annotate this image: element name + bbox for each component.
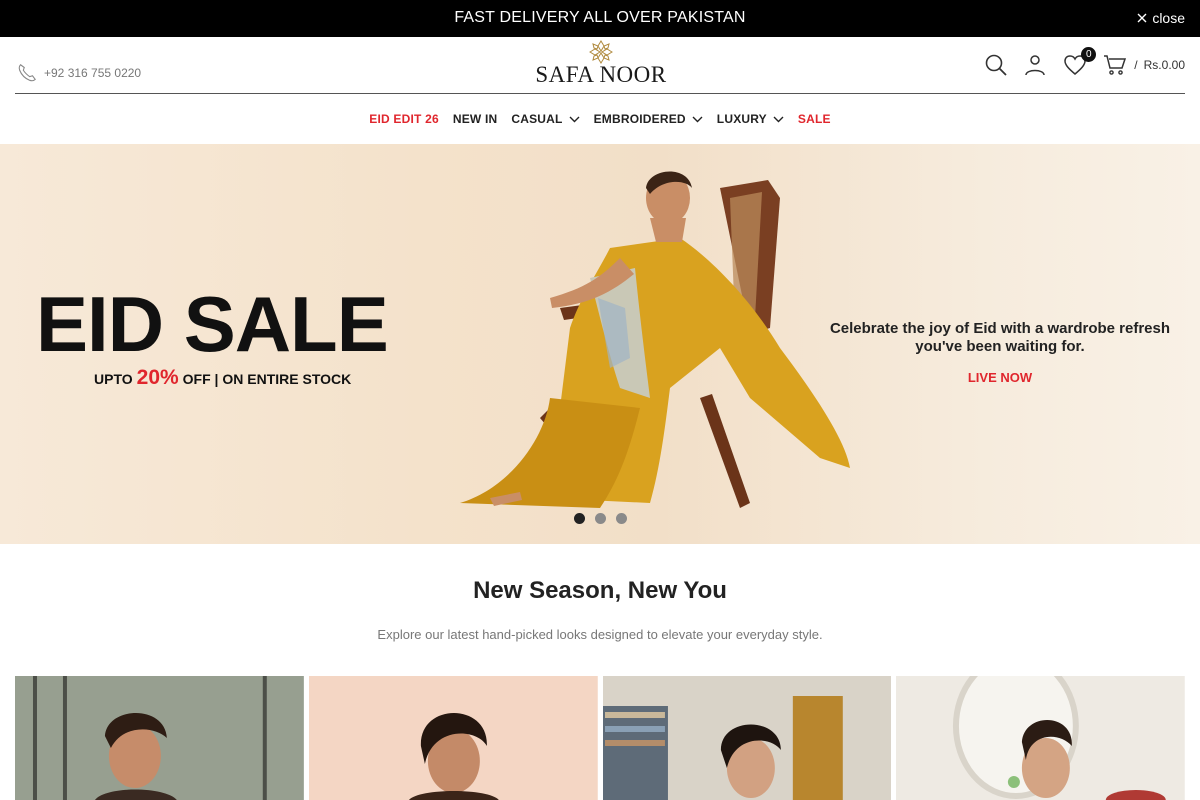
slider-dot-3[interactable] <box>616 513 627 524</box>
product-image <box>308 676 598 800</box>
search-button[interactable] <box>983 52 1009 78</box>
account-icon <box>1025 55 1046 76</box>
hero-tagline-line2: you've been waiting for. <box>915 338 1085 355</box>
nav-item-label: SALE <box>797 112 831 126</box>
cart-total-amount: Rs.0.00 <box>1143 58 1185 72</box>
product-image <box>896 676 1185 800</box>
phone-contact[interactable]: +92 316 755 0220 <box>16 62 141 84</box>
logo-mark-icon <box>589 40 613 64</box>
nav-item-label: EMBROIDERED <box>593 112 686 126</box>
nav-item-luxury[interactable]: LUXURY <box>717 112 784 126</box>
close-icon <box>1137 13 1147 23</box>
nav-item-casual[interactable]: CASUAL <box>511 112 580 126</box>
hero-slider-dots <box>574 513 627 524</box>
hero-offer: UPTO 20% OFF | ON ENTIRE STOCK <box>94 366 351 390</box>
header-actions: 0 / Rs.0.00 <box>983 47 1185 78</box>
hero-title: EID SALE <box>36 280 389 368</box>
product-card[interactable] <box>602 676 892 800</box>
hero-offer-percent: 20% <box>136 366 179 389</box>
nav-item-eid-edit[interactable]: EID EDIT 26 <box>369 112 439 126</box>
chevron-down-icon <box>569 116 580 122</box>
wishlist-count-badge: 0 <box>1081 47 1097 62</box>
nav-item-new-in[interactable]: NEW IN <box>453 112 498 126</box>
product-card[interactable] <box>896 676 1185 800</box>
announcement-text: FAST DELIVERY ALL OVER PAKISTAN <box>454 9 746 26</box>
nav-item-embroidered[interactable]: EMBROIDERED <box>594 112 703 126</box>
hero-offer-suffix: OFF | ON ENTIRE STOCK <box>182 371 352 387</box>
announcement-bar: FAST DELIVERY ALL OVER PAKISTAN close <box>0 0 1200 37</box>
section-subtitle: Explore our latest hand-picked looks des… <box>377 627 823 642</box>
slider-dot-1[interactable] <box>574 513 585 524</box>
nav-item-label: EID EDIT 26 <box>369 112 439 126</box>
site-logo[interactable]: SAFA NOOR <box>520 40 682 90</box>
slider-dot-2[interactable] <box>595 513 606 524</box>
chevron-down-icon <box>773 116 784 122</box>
phone-number: +92 316 755 0220 <box>44 66 142 80</box>
cart-total[interactable]: / Rs.0.00 <box>1134 58 1185 72</box>
main-nav: EID EDIT 26 NEW IN CASUAL EMBROIDERED LU… <box>0 94 1200 144</box>
announcement-close-button[interactable]: close <box>1137 10 1185 26</box>
search-icon <box>985 54 1007 76</box>
nav-item-label: NEW IN <box>452 112 498 126</box>
product-grid <box>15 676 1185 800</box>
hero-live-now-link[interactable]: LIVE NOW <box>820 370 1180 385</box>
hero-banner[interactable]: EID SALE UPTO 20% OFF | ON ENTIRE STOCK … <box>0 144 1200 544</box>
nav-item-label: CASUAL <box>511 112 563 126</box>
cart-button[interactable] <box>1102 52 1128 78</box>
hero-tagline-line1: Celebrate the joy of Eid with a wardrobe… <box>829 320 1171 337</box>
hero-offer-prefix: UPTO <box>94 371 133 387</box>
product-image <box>602 676 892 800</box>
close-label: close <box>1152 10 1185 26</box>
wishlist-button[interactable]: 0 <box>1062 47 1097 78</box>
hero-model-image <box>460 171 850 508</box>
logo-text: SAFA NOOR <box>535 62 667 87</box>
product-card[interactable] <box>308 676 598 800</box>
product-image <box>15 676 304 800</box>
cart-icon <box>1104 55 1127 75</box>
product-card[interactable] <box>15 676 304 800</box>
phone-icon <box>18 64 36 82</box>
nav-item-sale[interactable]: SALE <box>798 112 831 126</box>
nav-item-label: LUXURY <box>716 112 767 126</box>
chevron-down-icon <box>692 116 703 122</box>
cart-separator: / <box>1134 58 1138 72</box>
section-title: New Season, New You <box>473 577 727 604</box>
account-button[interactable] <box>1022 52 1048 78</box>
hero-tagline: Celebrate the joy of Eid with a wardrobe… <box>820 320 1180 385</box>
